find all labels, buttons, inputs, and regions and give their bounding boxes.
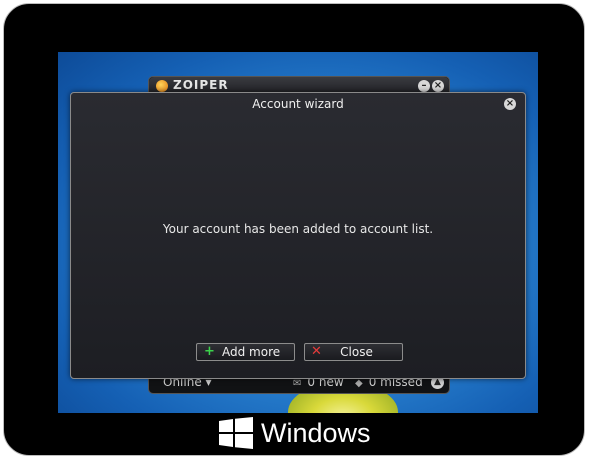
- zoiper-logo-text: ZOIPER: [173, 78, 229, 92]
- add-more-button[interactable]: + Add more: [196, 343, 295, 361]
- close-button[interactable]: ✕ Close: [304, 343, 403, 361]
- phone-icon: ◆: [355, 378, 363, 389]
- account-wizard-dialog: Account wizard × Your account has been a…: [70, 92, 526, 379]
- desktop-screen: ZOIPER – × Online ▾ ✉ 0 new ◆ 0 missed ▲ A…: [58, 52, 538, 413]
- confirmation-message: Your account has been added to account l…: [162, 222, 434, 236]
- dialog-close-icon[interactable]: ×: [504, 98, 516, 110]
- windows-logo-icon: [219, 417, 253, 449]
- envelope-icon: ✉: [293, 378, 302, 389]
- tablet-frame: ZOIPER – × Online ▾ ✉ 0 new ◆ 0 missed ▲ A…: [3, 3, 585, 456]
- windows-brand-text: Windows: [261, 418, 371, 448]
- zoiper-close-button[interactable]: ×: [432, 80, 444, 92]
- dialog-title: Account wizard: [252, 97, 344, 111]
- add-more-label: Add more: [222, 345, 281, 359]
- zoiper-minimize-button[interactable]: –: [418, 80, 430, 92]
- close-label: Close: [340, 345, 373, 359]
- zoiper-logo-icon: [156, 80, 168, 92]
- plus-icon: +: [204, 344, 215, 359]
